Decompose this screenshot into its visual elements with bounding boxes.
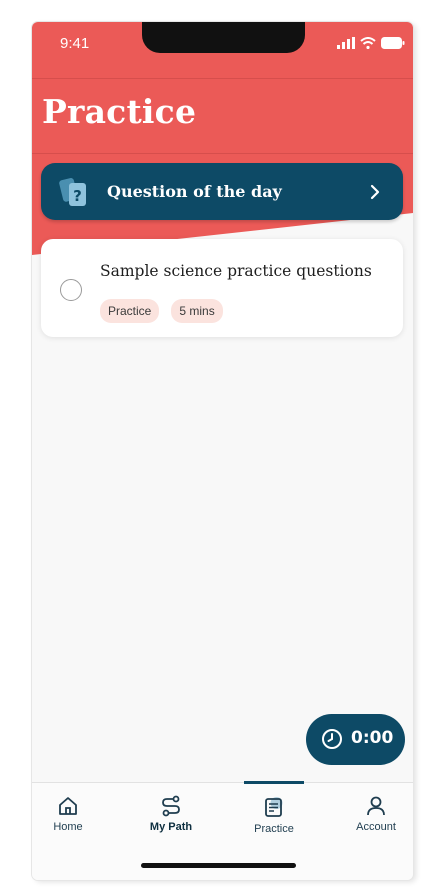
tab-home[interactable]: Home bbox=[32, 795, 108, 845]
duration-chip: 5 mins bbox=[171, 299, 223, 323]
device-notch bbox=[142, 22, 305, 53]
status-bar: 9:41 bbox=[32, 22, 413, 62]
timer-value: 0:00 bbox=[351, 728, 394, 748]
status-icons bbox=[337, 36, 405, 50]
wifi-icon bbox=[360, 37, 376, 49]
question-of-the-day-label: Question of the day bbox=[107, 182, 282, 201]
chevron-right-icon bbox=[370, 184, 380, 200]
signal-icon bbox=[337, 37, 355, 49]
tab-my-path-label: My Path bbox=[149, 821, 193, 833]
tab-account[interactable]: Account bbox=[336, 795, 413, 845]
status-time: 9:41 bbox=[60, 35, 90, 52]
path-icon bbox=[162, 795, 180, 817]
practice-card[interactable]: Sample science practice questions Practi… bbox=[41, 239, 403, 337]
clock-icon bbox=[322, 729, 342, 749]
practice-card-title: Sample science practice questions bbox=[100, 262, 372, 280]
account-icon bbox=[367, 796, 385, 816]
timer-button[interactable]: 0:00 bbox=[306, 714, 405, 765]
tab-practice-label: Practice bbox=[254, 823, 294, 835]
practice-icon bbox=[265, 797, 283, 817]
card-radio-button[interactable] bbox=[60, 279, 82, 301]
phone-screen: 9:41 Practice ? Question of the day Samp… bbox=[32, 22, 413, 880]
active-tab-indicator bbox=[244, 781, 304, 784]
tab-home-label: Home bbox=[53, 821, 83, 833]
battery-icon bbox=[381, 37, 405, 49]
practice-card-tags: Practice 5 mins bbox=[100, 299, 223, 323]
tab-practice[interactable]: Practice bbox=[234, 795, 314, 845]
question-of-the-day-button[interactable]: ? Question of the day bbox=[41, 163, 403, 220]
home-indicator bbox=[141, 863, 296, 868]
svg-text:?: ? bbox=[73, 187, 82, 205]
tab-account-label: Account bbox=[356, 821, 396, 833]
home-icon bbox=[59, 797, 77, 815]
page-title: Practice bbox=[42, 92, 197, 131]
tag-chip: Practice bbox=[100, 299, 160, 323]
tab-my-path[interactable]: My Path bbox=[131, 795, 211, 845]
screenshot-frame: 9:41 Practice ? Question of the day Samp… bbox=[0, 0, 423, 887]
cards-question-icon: ? bbox=[59, 178, 86, 206]
